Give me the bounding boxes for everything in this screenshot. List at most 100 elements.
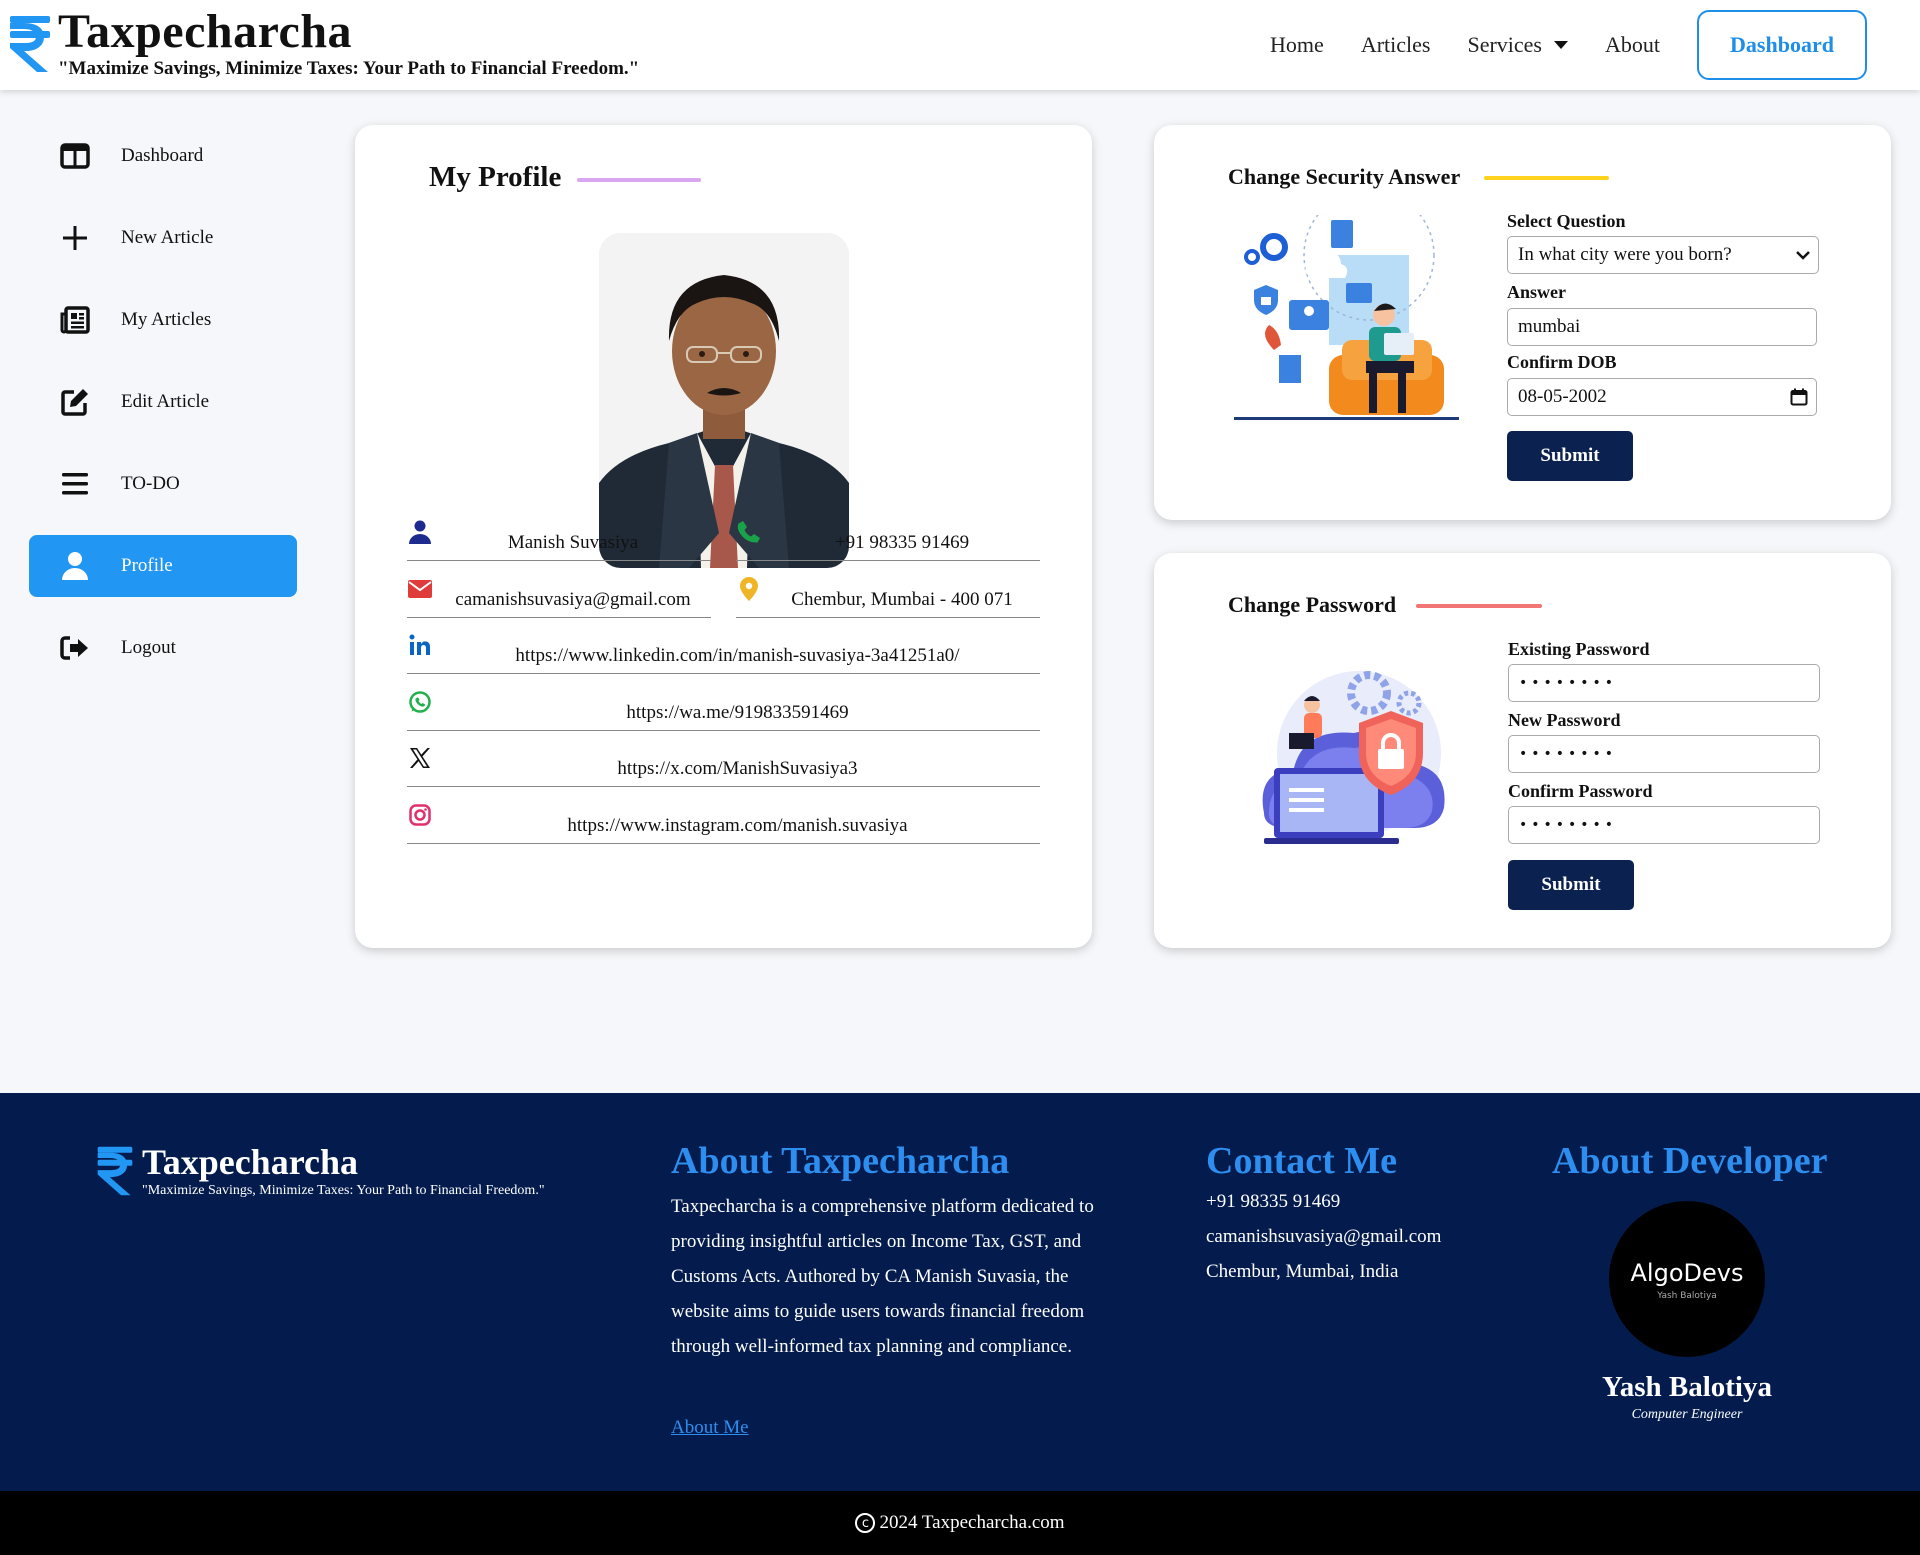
change-password-card: Change Password Existing Password ••••••… <box>1154 553 1891 948</box>
security-question-value: In what city were you born? <box>1518 244 1732 265</box>
answer-label: Answer <box>1507 282 1566 302</box>
footer: Taxpecharcha "Maximize Savings, Minimize… <box>0 1093 1920 1491</box>
developer-name: Yash Balotiya <box>1601 1371 1772 1403</box>
sidebar-item-label: Edit Article <box>121 391 210 412</box>
existing-password-input[interactable]: •••••••• <box>1508 664 1820 702</box>
title-underline <box>1484 176 1609 180</box>
profile-location-row: Chembur, Mumbai - 400 071 <box>736 570 1040 618</box>
contact-address: Chembur, Mumbai, India <box>1206 1261 1399 1282</box>
nav-about-link[interactable]: About <box>1605 32 1660 58</box>
sidebar-item-logout[interactable]: Logout <box>29 617 297 679</box>
calendar-icon[interactable] <box>1790 388 1808 406</box>
algodevs-logo: AlgoDevs Yash Balotiya <box>1609 1201 1765 1357</box>
about-me-link[interactable]: About Me <box>671 1417 749 1439</box>
brand-tagline: "Maximize Savings, Minimize Taxes: Your … <box>58 58 640 79</box>
logo-sub: Yash Balotiya <box>1657 1291 1717 1301</box>
sidebar-item-edit-article[interactable]: Edit Article <box>29 371 297 433</box>
security-submit-button[interactable]: Submit <box>1507 431 1633 481</box>
copyright-icon: c <box>855 1513 876 1533</box>
rupee-logo-icon <box>97 1146 133 1196</box>
footer-brand-tagline: "Maximize Savings, Minimize Taxes: Your … <box>142 1183 545 1198</box>
sidebar-item-todo[interactable]: TO-DO <box>29 453 297 515</box>
sidebar-item-profile[interactable]: Profile <box>29 535 297 597</box>
brand-name[interactable]: Taxpecharcha <box>58 4 352 59</box>
profile-instagram-link[interactable]: https://www.instagram.com/manish.suvasiy… <box>407 815 1040 837</box>
contact-phone: +91 98335 91469 <box>1206 1191 1341 1212</box>
title-underline <box>1416 604 1542 608</box>
password-title: Change Password <box>1228 592 1397 617</box>
logo-name: AlgoDevs <box>1630 1259 1744 1287</box>
list-icon <box>59 468 91 500</box>
newspaper-icon <box>59 304 91 336</box>
profile-whatsapp-row: https://wa.me/919833591469 <box>407 683 1040 731</box>
nav-services-dropdown[interactable]: Services <box>1467 32 1568 58</box>
confirm-dob-label: Confirm DOB <box>1507 352 1617 372</box>
rupee-logo-icon <box>10 16 50 72</box>
profile-name-row: Manish Suvasiya <box>407 513 711 561</box>
password-submit-button[interactable]: Submit <box>1508 860 1634 910</box>
security-answer-card: Change Security Answer Select Question I… <box>1154 125 1891 520</box>
instagram-icon <box>407 802 433 828</box>
copyright-bar: c 2024 Taxpecharcha.com <box>0 1491 1920 1555</box>
profile-x-link[interactable]: https://x.com/ManishSuvasiya3 <box>407 758 1040 780</box>
user-icon <box>59 550 91 582</box>
whatsapp-icon <box>407 689 433 715</box>
security-illustration <box>1234 215 1459 420</box>
sidebar-item-label: New Article <box>121 227 214 248</box>
contact-email: camanishsuvasiya@gmail.com <box>1206 1226 1442 1247</box>
sidebar-item-my-articles[interactable]: My Articles <box>29 289 297 351</box>
security-title: Change Security Answer <box>1228 164 1461 189</box>
developer-role: Computer Engineer <box>1631 1407 1743 1422</box>
profile-email-row: camanishsuvasiya@gmail.com <box>407 570 711 618</box>
mail-icon <box>407 576 433 602</box>
nav-articles-link[interactable]: Articles <box>1361 32 1431 58</box>
nav-services-label: Services <box>1467 32 1542 57</box>
profile-whatsapp-link[interactable]: https://wa.me/919833591469 <box>407 702 1040 724</box>
dashboard-button[interactable]: Dashboard <box>1697 10 1867 80</box>
profile-phone-row: +91 98335 91469 <box>736 513 1040 561</box>
dob-value: 08-05-2002 <box>1518 386 1607 407</box>
confirm-password-input[interactable]: •••••••• <box>1508 806 1820 844</box>
answer-input[interactable]: mumbai <box>1507 308 1817 346</box>
new-password-input[interactable]: •••••••• <box>1508 735 1820 773</box>
x-twitter-icon <box>407 745 433 771</box>
new-password-label: New Password <box>1508 710 1621 730</box>
edit-icon <box>59 386 91 418</box>
sidebar-item-new-article[interactable]: New Article <box>29 207 297 269</box>
sidebar-item-label: Dashboard <box>121 145 204 166</box>
contact-heading: Contact Me <box>1206 1140 1397 1182</box>
profile-name: Manish Suvasiya <box>507 532 639 553</box>
top-navbar: Taxpecharcha "Maximize Savings, Minimize… <box>0 0 1920 90</box>
sidebar: Dashboard New Article My Articles Edit A… <box>29 125 297 699</box>
title-underline <box>577 178 701 182</box>
profile-title: My Profile <box>429 161 562 193</box>
profile-card: My Profile Manish Suvasiya +91 98335 914… <box>355 125 1092 948</box>
footer-brand-name: Taxpecharcha <box>142 1142 359 1182</box>
caret-down-icon <box>1554 41 1568 49</box>
profile-x-row: https://x.com/ManishSuvasiya3 <box>407 739 1040 787</box>
existing-password-label: Existing Password <box>1508 639 1650 659</box>
password-illustration <box>1262 671 1445 844</box>
sidebar-item-label: Profile <box>121 555 173 576</box>
dob-input[interactable]: 08-05-2002 <box>1507 378 1817 416</box>
profile-linkedin-row: https://www.linkedin.com/in/manish-suvas… <box>407 626 1040 674</box>
profile-phone: +91 98335 91469 <box>834 532 970 553</box>
sidebar-item-dashboard[interactable]: Dashboard <box>29 125 297 187</box>
location-pin-icon <box>736 576 762 602</box>
user-icon <box>407 519 433 545</box>
about-text: Taxpecharcha is a comprehensive platform… <box>671 1196 1094 1357</box>
profile-linkedin-link[interactable]: https://www.linkedin.com/in/manish-suvas… <box>407 645 1040 667</box>
chevron-down-icon <box>1796 251 1810 260</box>
select-question-label: Select Question <box>1507 211 1626 231</box>
copyright-text: 2024 Taxpecharcha.com <box>879 1512 1065 1533</box>
developer-heading: About Developer <box>1552 1140 1828 1182</box>
plus-icon <box>59 222 91 254</box>
logout-icon <box>59 632 91 664</box>
sidebar-item-label: My Articles <box>121 309 212 330</box>
security-question-select[interactable]: In what city were you born? <box>1507 236 1819 274</box>
nav-home-link[interactable]: Home <box>1270 32 1324 58</box>
sidebar-item-label: TO-DO <box>121 473 180 494</box>
about-heading: About Taxpecharcha <box>671 1140 1010 1182</box>
sidebar-item-label: Logout <box>121 637 176 658</box>
nav-links: Home Articles Services About Dashboard <box>1270 0 1920 90</box>
